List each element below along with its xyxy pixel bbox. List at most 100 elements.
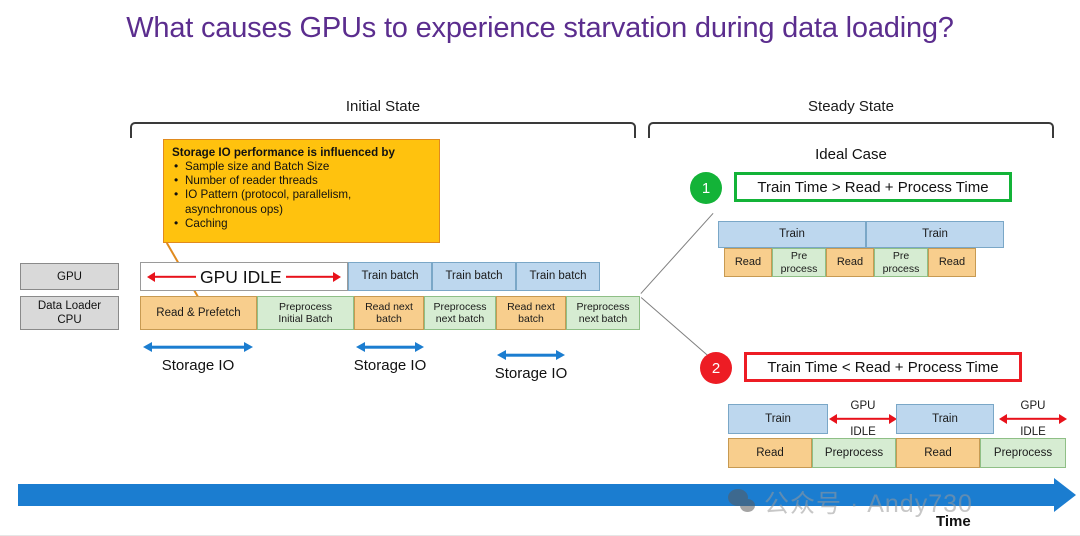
connector-line-case1	[640, 212, 714, 295]
bracket-steady-state	[648, 122, 1054, 138]
arrow-head-left	[497, 350, 506, 360]
case1-preprocess-cell: Pre process	[772, 248, 826, 277]
case-1-banner: Train Time > Read + Process Time	[734, 172, 1012, 202]
cell-label: Preprocess	[824, 446, 884, 459]
gpu-idle-label: GPU IDLE	[196, 267, 286, 288]
cell-label-2: process	[882, 262, 920, 275]
case-2-number: 2	[711, 359, 721, 377]
cell-label: Read	[734, 256, 762, 269]
case2-read-cell: Read	[896, 438, 980, 468]
case-2-banner: Train Time < Read + Process Time	[744, 352, 1022, 382]
callout-bullet-continuation: asynchronous ops)	[185, 202, 283, 216]
cell-label: Train	[765, 412, 791, 425]
cell-label: Preprocess	[993, 446, 1053, 459]
cell-label-2: next batch	[435, 313, 485, 325]
cpu-preprocess-initial-cell: Preprocess Initial Batch	[257, 296, 354, 330]
callout-bullet: Sample size and Batch Size	[172, 159, 431, 174]
cell-label: Preprocess	[278, 300, 333, 313]
time-axis-label: Time	[936, 513, 971, 530]
case-1-banner-text: Train Time > Read + Process Time	[757, 178, 989, 196]
row-label-cpu-line1: Data Loader	[37, 300, 102, 312]
cpu-read-next-cell: Read next batch	[354, 296, 424, 330]
case1-read-cell: Read	[724, 248, 772, 277]
cell-label: Read next	[365, 300, 413, 313]
cell-label: Preprocess	[576, 300, 630, 313]
callout-bullet: IO Pattern (protocol, parallelism,	[172, 187, 431, 202]
case2-read-cell: Read	[728, 438, 812, 468]
arrow-head-left	[829, 414, 837, 424]
gpu-idle-line1: GPU	[850, 400, 876, 412]
cpu-read-prefetch-cell: Read & Prefetch	[140, 296, 257, 330]
arrow-head-right	[415, 342, 424, 352]
section-label-initial-state: Initial State	[345, 98, 421, 115]
gpu-train-batch-cell: Train batch	[516, 262, 600, 291]
case2-preprocess-cell: Preprocess	[980, 438, 1066, 468]
storage-io-arrow	[497, 348, 565, 362]
arrow-head-right	[1059, 414, 1067, 424]
gpu-idle-line2: IDLE	[850, 425, 876, 438]
case2-train-cell: Train	[728, 404, 828, 434]
storage-io-arrow	[143, 340, 253, 354]
case-2-badge: 2	[700, 352, 732, 384]
case1-train-cell: Train	[866, 221, 1004, 248]
storage-io-arrow	[356, 340, 424, 354]
callout-heading: Storage IO performance is influenced by	[172, 146, 395, 159]
callout-bullet: Caching	[172, 216, 431, 231]
cell-label-2: Initial Batch	[278, 313, 333, 325]
arrow-head-left	[143, 342, 152, 352]
cell-label: Train	[932, 412, 958, 425]
arrow-head-left	[356, 342, 365, 352]
row-label-cpu-line2: CPU	[57, 314, 82, 326]
storage-io-label: Storage IO	[353, 357, 427, 374]
storage-io-label: Storage IO	[161, 357, 235, 374]
case-1-number: 1	[701, 179, 711, 197]
arrow-shaft	[363, 345, 417, 349]
cell-label: Read next	[507, 300, 555, 313]
bracket-initial-state	[130, 122, 636, 138]
section-label-steady-state: Steady State	[808, 98, 894, 115]
arrow-shaft	[835, 417, 891, 421]
cell-label: Read & Prefetch	[156, 306, 241, 319]
arrow-head-right	[244, 342, 253, 352]
arrow-shaft	[1005, 417, 1061, 421]
case2-train-cell: Train	[896, 404, 994, 434]
cell-label: Train batch	[445, 270, 503, 283]
storage-io-label: Storage IO	[494, 365, 568, 382]
cell-label: Train	[922, 228, 948, 241]
cell-label-2: batch	[518, 313, 544, 325]
case1-read-cell: Read	[928, 248, 976, 277]
cpu-preprocess-next-cell: Preprocess next batch	[566, 296, 640, 330]
cell-label-2: process	[780, 262, 818, 275]
time-axis-bar	[18, 484, 1054, 506]
cell-label-2: batch	[376, 313, 402, 325]
cpu-preprocess-next-cell: Preprocess next batch	[424, 296, 496, 330]
arrow-head-left	[147, 271, 155, 282]
cell-label: Read	[938, 256, 966, 269]
cell-label: Train batch	[361, 270, 419, 283]
cell-label: Read	[756, 446, 784, 459]
cpu-read-next-cell: Read next batch	[496, 296, 566, 330]
arrow-head-right	[556, 350, 565, 360]
arrow-shaft	[504, 353, 558, 357]
arrow-shaft	[150, 345, 246, 349]
cell-label: Pre	[892, 250, 910, 262]
case-1-badge: 1	[690, 172, 722, 204]
callout-bullet: Number of reader threads	[172, 173, 431, 188]
case2-gpu-idle-arrow	[999, 412, 1067, 426]
arrow-head-left	[999, 414, 1007, 424]
page-title: What causes GPUs to experience starvatio…	[126, 12, 954, 44]
case-2-banner-text: Train Time < Read + Process Time	[767, 358, 999, 376]
cell-label: Read	[836, 256, 864, 269]
gpu-train-batch-cell: Train batch	[432, 262, 516, 291]
case2-gpu-idle-arrow	[829, 412, 897, 426]
cell-label-2: next batch	[578, 313, 628, 325]
cell-label: Pre	[790, 250, 808, 262]
callout-bullet-list: Sample size and Batch Size Number of rea…	[172, 159, 431, 231]
row-label-gpu-text: GPU	[57, 270, 82, 283]
gpu-train-batch-cell: Train batch	[348, 262, 432, 291]
case2-preprocess-cell: Preprocess	[812, 438, 896, 468]
case1-preprocess-cell: Pre process	[874, 248, 928, 277]
case-heading-ideal: Ideal Case	[815, 146, 887, 163]
row-label-gpu: GPU	[20, 263, 119, 290]
case1-train-cell: Train	[718, 221, 866, 248]
